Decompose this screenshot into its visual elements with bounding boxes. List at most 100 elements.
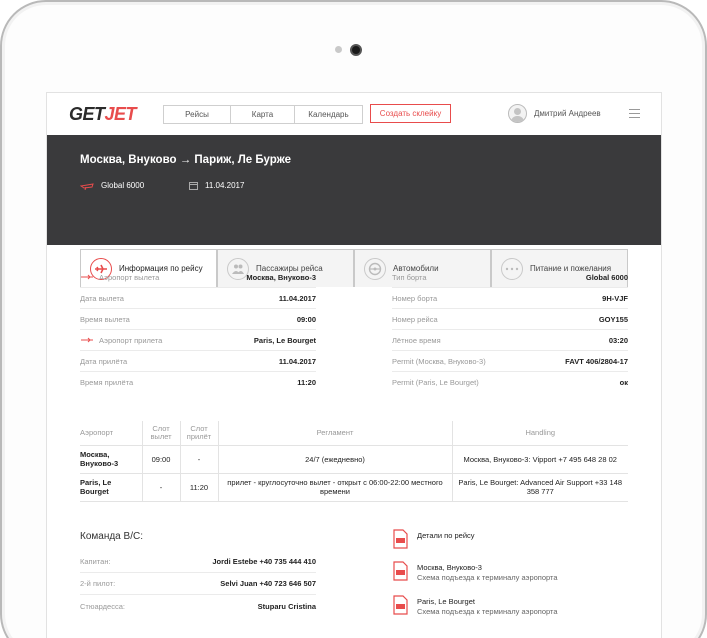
cell-slot-arr: 11:20 [179,473,218,502]
steering-wheel-icon [364,257,386,280]
doc-text: Москва, Внуково-3 Схема подъезда к терми… [417,561,558,583]
slots-table: Аэропорт Слот вылет Слот прилёт Регламен… [80,421,628,502]
info-label: Дата вылета [80,293,124,303]
crew-row: Капитан: Jordi Estebe +40 735 444 410 [80,551,316,573]
nav-tab-flights[interactable]: Рейсы [164,106,231,123]
info-label: Permit (Paris, Le Bourget) [392,378,479,387]
info-row: Permit (Москва, Внуково-3) FAVT 406/2804… [392,351,628,372]
info-row: Дата прилёта 11.04.2017 [80,351,316,372]
avatar[interactable] [508,104,527,123]
info-row: Лётное время 03:20 [392,330,628,351]
info-value: 11.04.2017 [278,293,316,303]
nav-tabs: Рейсы Карта Календарь [163,105,363,124]
calendar-icon [189,182,198,190]
info-row: Аэропорт прилета Paris, Le Bourget [80,330,316,351]
camera-icon [350,44,362,56]
doc-title: Paris, Le Bourget [417,597,475,606]
info-row: Дата вылета 11.04.2017 [80,288,316,309]
doc-subtitle: Схема подъезда к терминалу аэропорта [417,573,558,582]
app-screen: GETJET Рейсы Карта Календарь Создать скл… [46,92,662,638]
arrival-icon [81,337,93,343]
doc-title: Москва, Внуково-3 [417,563,482,572]
crew-value: Selvi Juan +40 723 646 507 [220,579,316,588]
col-slot-dep: Слот вылет [141,421,180,446]
create-button[interactable]: Создать склейку [370,104,451,123]
table-row: Paris, Le Bourget - 11:20 прилет - кругл… [80,473,628,502]
logo[interactable]: GETJET [69,104,137,125]
logo-get: GET [69,104,105,124]
pdf-icon [393,561,408,581]
col-regulation: Регламент [217,421,452,446]
table-row: Москва, Внуково-3 09:00 - 24/7 (ежедневн… [80,445,628,474]
info-value: Paris, Le Bourget [253,335,316,345]
crew-row: 2-й пилот: Selvi Juan +40 723 646 507 [80,573,316,595]
menu-icon[interactable] [629,109,640,118]
flight-info-left: Аэропорт вылета Москва, Внуково-3 Дата в… [80,267,316,393]
aircraft-info: Global 6000 [80,181,144,190]
cell-regulation: прилет - круглосуточно вылет - открыт с … [217,473,452,502]
info-label-wrap: Аэропорт прилета [80,336,162,345]
crew-title: Команда В/С: [80,531,143,542]
crew-row: Стюардесса: Stuparu Cristina [80,595,316,617]
info-label: Аэропорт вылета [99,272,160,282]
info-label-wrap: Аэропорт вылета [80,273,159,282]
info-value: 11.04.2017 [278,356,316,366]
info-value: 09:00 [296,314,316,324]
info-value: FAVT 406/2804-17 [565,356,628,366]
info-label: Время прилёта [80,378,134,387]
col-airport: Аэропорт [80,421,142,446]
doc-subtitle: Схема подъезда к терминалу аэропорта [417,607,558,616]
sensor-dot [335,46,342,53]
info-row: Время вылета 09:00 [80,309,316,330]
doc-link-le-bourget-scheme[interactable]: Paris, Le Bourget Схема подъезда к терми… [392,595,632,617]
info-row: Тип борта Global 6000 [392,267,628,288]
cell-handling: Paris, Le Bourget: Advanced Air Support … [451,473,628,502]
info-label: Тип борта [392,272,427,282]
crew-label: Стюардесса: [80,601,125,611]
info-value: Global 6000 [585,272,628,282]
aircraft-icon [80,182,94,190]
info-label: Аэропорт прилета [99,335,163,345]
info-label: Дата прилёта [80,356,128,366]
aircraft-type: Global 6000 [101,181,145,190]
pdf-icon [393,595,408,615]
nav-tab-map[interactable]: Карта [231,106,295,123]
info-row: Permit (Paris, Le Bourget) ок [392,372,628,393]
info-row: Номер борта 9H-VJF [392,288,628,309]
departure-icon [81,274,93,280]
info-label: Номер борта [392,293,438,303]
user-name[interactable]: Дмитрий Андреев [534,109,601,118]
logo-jet: JET [104,104,137,124]
col-handling: Handling [451,421,628,446]
info-label: Время вылета [80,314,130,324]
crew-label: Капитан: [80,557,111,566]
info-value: 11:20 [297,378,316,387]
cell-slot-arr: - [179,445,218,474]
info-value: 9H-VJF [602,293,628,303]
documents-list: Детали по рейсу Москва, Внуково-3 Схема … [392,529,632,629]
doc-title: Детали по рейсу [417,531,475,540]
info-label: Лётное время [392,335,441,345]
info-value: GOY155 [598,314,628,324]
flight-date: 11.04.2017 [205,181,245,190]
crew-value: Jordi Estebe +40 735 444 410 [212,557,316,566]
doc-text: Детали по рейсу [417,529,475,541]
crew-value: Stuparu Cristina [257,601,316,611]
top-navigation: GETJET Рейсы Карта Календарь Создать скл… [47,93,661,135]
cell-airport: Paris, Le Bourget [80,473,142,502]
info-value: Москва, Внуково-3 [246,272,316,282]
nav-tab-calendar[interactable]: Календарь [295,106,362,123]
date-info: 11.04.2017 [189,181,244,190]
pdf-icon [393,529,408,549]
info-label: Номер рейса [392,314,438,324]
table-header-row: Аэропорт Слот вылет Слот прилёт Регламен… [80,421,628,446]
cell-regulation: 24/7 (ежедневно) [217,445,452,474]
doc-link-vnukovo-scheme[interactable]: Москва, Внуково-3 Схема подъезда к терми… [392,561,632,583]
doc-text: Paris, Le Bourget Схема подъезда к терми… [417,595,558,617]
cell-slot-dep: 09:00 [141,445,180,474]
info-row: Время прилёта 11:20 [80,372,316,393]
info-value: ок [619,378,628,387]
doc-link-flight-details[interactable]: Детали по рейсу [392,529,632,549]
info-label: Permit (Москва, Внуково-3) [392,356,486,366]
info-value: 03:20 [608,335,628,345]
